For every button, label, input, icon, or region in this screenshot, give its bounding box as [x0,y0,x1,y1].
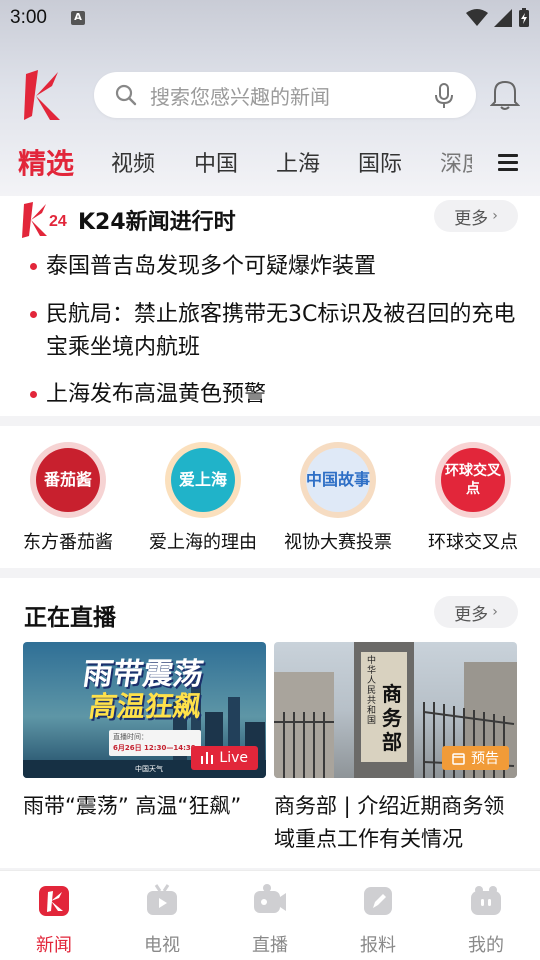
chevron-right-icon: › [492,208,498,224]
thumb-time-label: 直播时间： [113,733,148,741]
status-time: 3:00 [10,7,47,28]
live-section: 正在直播 更多 › 雨带震荡 高温狂飙 直播时间： 6月26日 12:30—14… [0,578,540,868]
tab-international[interactable]: 国际 [358,146,402,178]
k24-news-card: 24 K24新闻进行时 更多 › 泰国普吉岛发现多个可疑爆炸装置 民航局：禁止旅… [0,196,540,416]
bottom-navigation: 新闻 电视 直播 报料 我的 [0,870,540,960]
nav-news[interactable]: 新闻 [0,883,108,957]
live-card-caption: 商务部 | 介绍近期商务领域重点工作有关情况 [274,794,505,851]
fanqiejiang-badge-text: 番茄酱 [36,448,100,512]
quick-link-ai-shanghai[interactable]: 爱上海 爱上海的理由 [138,442,268,554]
live-thumbnail: 雨带震荡 高温狂飙 直播时间： 6月26日 12:30—14:30 中国天气 L… [23,642,266,778]
microphone-icon[interactable] [434,83,454,109]
preview-badge: 预告 [442,746,509,770]
nav-report[interactable]: 报料 [324,883,432,957]
live-card[interactable]: 中华人民共和国 商务部 预告 商务部 | 介绍近期商务领域重点工作有关情况 [274,642,517,856]
app-logo[interactable] [22,70,62,120]
huanqiu-badge-text: 环球交叉点 [441,448,505,512]
search-icon [115,84,137,106]
thumb-time-box: 直播时间： 6月26日 12:30—14:30 [109,730,201,756]
wifi-icon [466,9,488,26]
live-more-label: 更多 [454,604,489,625]
k24-more-button[interactable]: 更多 › [434,200,518,232]
status-bar: 3:00 A [0,0,540,36]
k24-title: K24新闻进行时 [78,210,236,235]
live-card[interactable]: 雨带震荡 高温狂飙 直播时间： 6月26日 12:30—14:30 中国天气 L… [23,642,266,823]
tab-shanghai[interactable]: 上海 [276,146,320,178]
battery-icon [519,8,529,27]
ai-shanghai-logo-icon: 爱上海 [165,442,241,518]
zhongguo-gushi-badge-text: 中国故事 [306,448,370,512]
tv-icon [147,884,177,915]
nav-label: 我的 [468,935,504,956]
plaque-text-large: 商务部 [382,682,402,754]
thumb-date: 6月26日 12:30—14:30 [113,744,196,752]
thumb-source: 中国天气 [135,765,163,773]
news-headline: 上海发布高温黄色预警 [46,382,267,407]
preview-badge-label: 预告 [471,751,499,767]
bullet-dot-icon [30,391,37,398]
nav-label: 电视 [144,935,180,956]
quick-link-label: 视协大赛投票 [284,532,392,553]
signal-icon [494,9,512,27]
tab-depth[interactable]: 深度 [440,146,472,178]
live-section-title: 正在直播 [24,605,116,631]
notification-bell-icon[interactable] [490,78,520,110]
live-more-button[interactable]: 更多 › [434,596,518,628]
k24-logo: 24 [22,202,67,238]
fanqiejiang-logo-icon: 番茄酱 [30,442,106,518]
news-headline: 泰国普吉岛发现多个可疑爆炸装置 [46,254,377,279]
plaque-text-small: 中华人民共和国 [367,656,377,726]
menu-icon[interactable] [498,154,518,172]
live-card-caption: 雨带“震荡” 高温“狂飙” [23,794,242,818]
news-item[interactable]: 上海发布高温黄色预警 [30,378,520,411]
status-indicators [466,8,530,28]
tab-featured[interactable]: 精选 [18,142,74,182]
live-badge-label: Live [219,750,248,766]
nav-profile[interactable]: 我的 [432,883,540,957]
quick-link-label: 环球交叉点 [428,532,518,553]
quick-link-label: 爱上海的理由 [149,532,257,553]
calendar-icon [452,752,465,765]
report-icon [364,887,392,915]
news-item[interactable]: 民航局：禁止旅客携带无3C标识及被召回的充电宝乘坐境内航班 [30,298,520,364]
search-bar[interactable]: 搜索您感兴趣的新闻 [94,72,476,118]
live-camera-icon [254,884,286,913]
huanqiu-jiaochadian-logo-icon: 环球交叉点 [435,442,511,518]
search-placeholder: 搜索您感兴趣的新闻 [150,84,330,109]
zhongguo-gushi-logo-icon: 中国故事 [300,442,376,518]
nav-label: 直播 [252,935,288,956]
category-tabs: 精选 视频 中国 上海 国际 深度 [0,142,540,190]
nav-live[interactable]: 直播 [216,883,324,957]
quick-links: 番茄酱 东方番茄酱 爱上海 爱上海的理由 中国故事 视协大赛投票 环球交叉点 环… [0,426,540,568]
notification-icon: A [70,11,85,25]
news-icon [39,886,69,916]
tab-china[interactable]: 中国 [194,146,238,178]
nav-label: 新闻 [36,935,72,956]
tab-video[interactable]: 视频 [111,146,155,178]
ai-shanghai-badge-text: 爱上海 [171,448,235,512]
quick-link-shixie-vote[interactable]: 中国故事 视协大赛投票 [273,442,403,554]
thumb-title-line-1: 雨带震荡 [80,657,206,692]
nav-label: 报料 [360,935,396,956]
bullet-dot-icon [30,263,37,270]
quick-link-huanqiu[interactable]: 环球交叉点 环球交叉点 [408,442,538,554]
live-thumbnail: 中华人民共和国 商务部 预告 [274,642,517,778]
news-headline: 民航局：禁止旅客携带无3C标识及被召回的充电宝乘坐境内航班 [46,302,516,360]
news-item[interactable]: 泰国普吉岛发现多个可疑爆炸装置 [30,250,520,283]
live-bars-icon [201,752,214,764]
chevron-right-icon: › [492,604,498,620]
nav-tv[interactable]: 电视 [108,883,216,957]
quick-link-fanqiejiang[interactable]: 番茄酱 东方番茄酱 [3,442,133,554]
profile-icon [471,886,501,915]
k24-more-label: 更多 [454,208,489,229]
thumb-title-line-2: 高温狂飙 [86,690,204,723]
live-badge: Live [191,746,258,770]
svg-text:24: 24 [49,213,67,230]
app-header: 搜索您感兴趣的新闻 [0,66,540,126]
bullet-dot-icon [30,311,37,318]
quick-link-label: 东方番茄酱 [23,532,113,553]
